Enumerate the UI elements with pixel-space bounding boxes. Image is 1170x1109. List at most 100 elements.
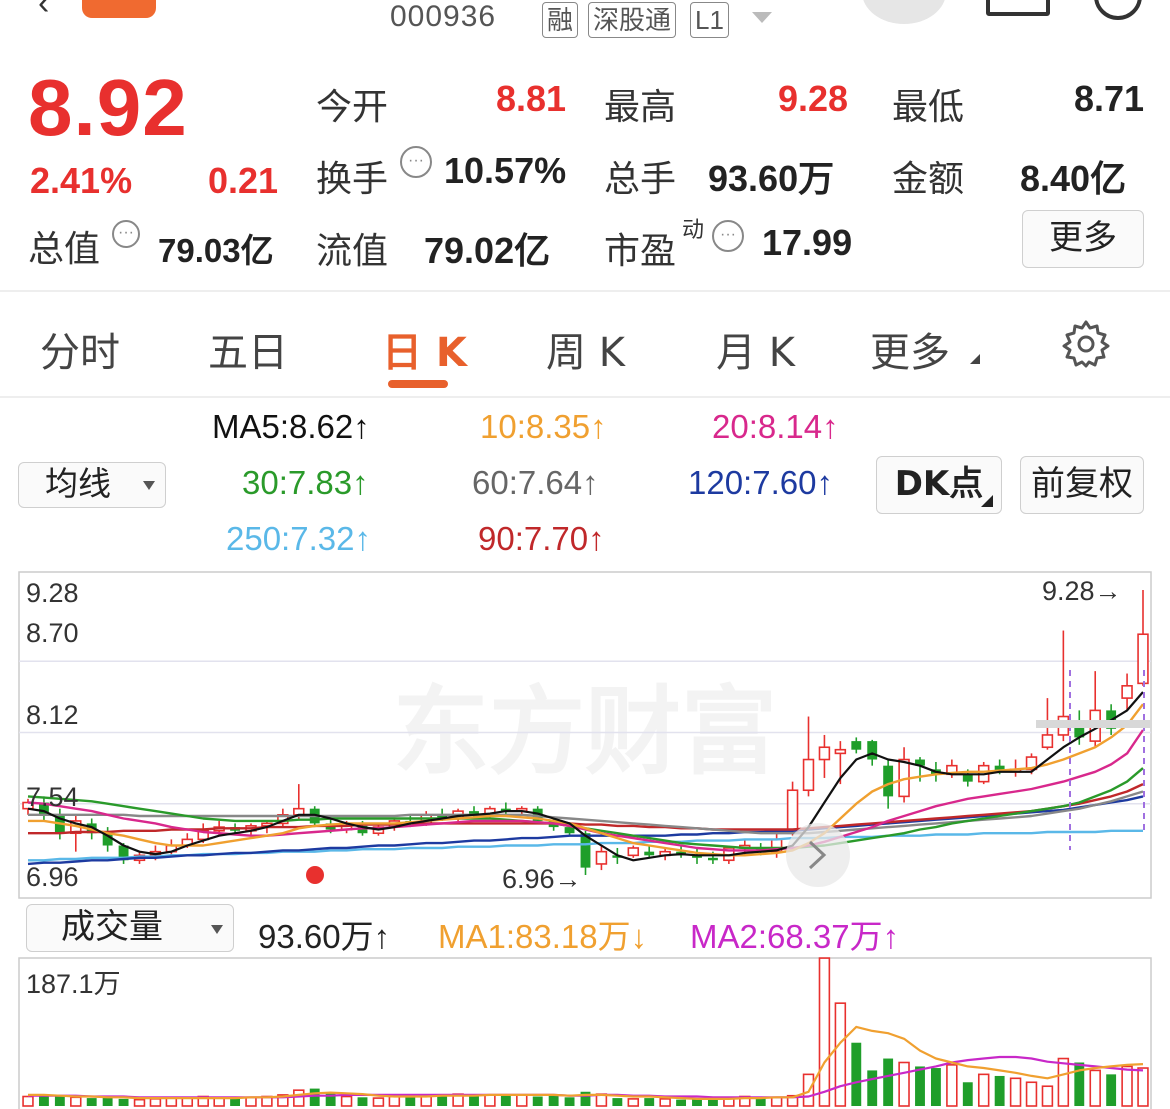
active-tab-indicator <box>388 380 448 388</box>
change-percent: 2.41% <box>30 160 133 201</box>
info-icon[interactable]: ··· <box>712 220 744 252</box>
volume-bar <box>420 1095 432 1107</box>
volume-bar <box>770 1096 783 1107</box>
volume-max-label: 187.1万 <box>26 969 121 999</box>
volume-bar <box>962 1082 973 1106</box>
y-label: 7.54 <box>26 782 79 812</box>
divider <box>0 290 1170 292</box>
volume-bar <box>54 1095 65 1106</box>
min-price-annotation: 6.96→ <box>502 864 582 894</box>
turnover-label: 换手 <box>316 159 389 200</box>
volume-bar <box>1025 1081 1038 1107</box>
info-icon[interactable]: ··· <box>112 220 140 248</box>
amount-value: 8.40亿 <box>1020 158 1127 199</box>
volume-bar <box>564 1097 575 1106</box>
ma-legend-item: 30:7.83↑ <box>242 464 369 501</box>
volume-bar <box>612 1098 623 1106</box>
volume-bar <box>86 1098 97 1106</box>
volume-bar <box>213 1097 225 1107</box>
volume-bar <box>372 1097 385 1107</box>
tab-more[interactable]: 更多 <box>870 320 950 378</box>
pe-dynamic-sup: 动 <box>682 217 705 242</box>
high-value: 9.28 <box>778 78 849 119</box>
candle-body <box>564 827 575 834</box>
tag-l1: L1 <box>690 2 729 38</box>
tab-weekly-k[interactable]: 周 K <box>546 320 625 378</box>
volume-bar <box>915 1066 925 1106</box>
volume-bar <box>659 1098 671 1107</box>
volume-bar <box>484 1094 496 1107</box>
candle-body <box>834 748 847 755</box>
volume-current: 93.60万↑ <box>258 918 391 955</box>
settings-gear-icon[interactable] <box>1060 318 1112 370</box>
volume-bar <box>532 1096 543 1106</box>
tab-intraday[interactable]: 分时 <box>40 320 120 378</box>
y-label: 8.12 <box>26 700 79 730</box>
volume-bar <box>930 1068 941 1106</box>
triangle-corner-icon <box>970 354 980 364</box>
volume-bar <box>149 1098 162 1107</box>
tab-monthly-k[interactable]: 月 K <box>716 320 795 378</box>
avatar[interactable] <box>862 0 946 24</box>
forward-adjust-button[interactable]: 前复权 <box>1020 456 1144 514</box>
ma-legend-item: 250:7.32↑ <box>226 520 371 557</box>
volume-bar <box>245 1096 257 1107</box>
volume-bar <box>994 1075 1005 1106</box>
y-label: 9.28 <box>26 578 79 608</box>
volume-bar <box>867 1070 878 1106</box>
volume-bar <box>548 1095 559 1106</box>
stock-code: 000936 <box>390 0 497 33</box>
candlestick-chart[interactable]: 东方财富 <box>0 570 1170 900</box>
volume-bar <box>644 1098 655 1106</box>
volume-bar <box>946 1064 958 1107</box>
volume-selector-label: 成交量 <box>61 907 163 947</box>
info-icon[interactable]: ··· <box>400 146 432 178</box>
volume-bar <box>70 1096 82 1107</box>
change-amount: 0.21 <box>208 160 279 201</box>
volume-bar <box>755 1098 766 1106</box>
dropdown-caret-icon[interactable] <box>752 12 772 23</box>
volume-ma2: MA2:68.37万↑ <box>690 918 900 955</box>
tag-margin: 融 <box>542 2 579 38</box>
candle-body <box>1121 685 1133 699</box>
scroll-right-icon <box>786 823 850 887</box>
volume-bar <box>1057 1057 1070 1107</box>
volume-bar <box>676 1099 687 1106</box>
window-icon[interactable] <box>986 0 1050 16</box>
candle-body <box>883 765 894 797</box>
low-value: 8.71 <box>1074 78 1145 119</box>
open-label: 今开 <box>316 87 389 128</box>
float-value-label: 流值 <box>316 231 389 272</box>
max-price-annotation: 9.28→ <box>1042 576 1122 606</box>
more-button[interactable]: 更多 <box>1022 210 1144 268</box>
dropdown-arrow-icon <box>143 481 155 490</box>
volume-bar <box>818 957 831 1107</box>
tab-daily-k[interactable]: 日 K <box>382 320 467 378</box>
dk-point-button[interactable]: DK点 <box>876 456 1002 514</box>
volume-bar <box>309 1088 320 1106</box>
y-label: 6.96 <box>26 862 79 892</box>
price-band <box>1036 720 1151 728</box>
tab-five-day[interactable]: 五日 <box>208 320 288 378</box>
marker-dot <box>306 866 324 884</box>
volume-bar <box>1089 1069 1101 1107</box>
candle-body <box>867 741 878 760</box>
search-icon[interactable] <box>1094 0 1142 20</box>
volume-bar <box>851 1042 862 1106</box>
last-price: 8.92 <box>28 63 188 152</box>
ma-selector[interactable]: 均线 <box>18 462 166 508</box>
ma-legend-item: MA5:8.62↑ <box>212 408 370 445</box>
volume-chart[interactable] <box>0 956 1170 1109</box>
candle-body <box>786 789 799 835</box>
volume-selector[interactable]: 成交量 <box>26 904 234 952</box>
turnover-value: 10.57% <box>444 150 567 191</box>
volume-bar <box>516 1094 528 1107</box>
volume-bar <box>165 1097 178 1107</box>
total-value: 79.03亿 <box>158 232 274 269</box>
dropdown-arrow-icon <box>211 925 223 934</box>
volume-bar <box>883 1058 894 1106</box>
volume-bar <box>834 1002 847 1107</box>
open-value: 8.81 <box>496 78 567 119</box>
candle-body <box>802 758 815 792</box>
back-icon[interactable]: ‹ <box>38 0 49 23</box>
